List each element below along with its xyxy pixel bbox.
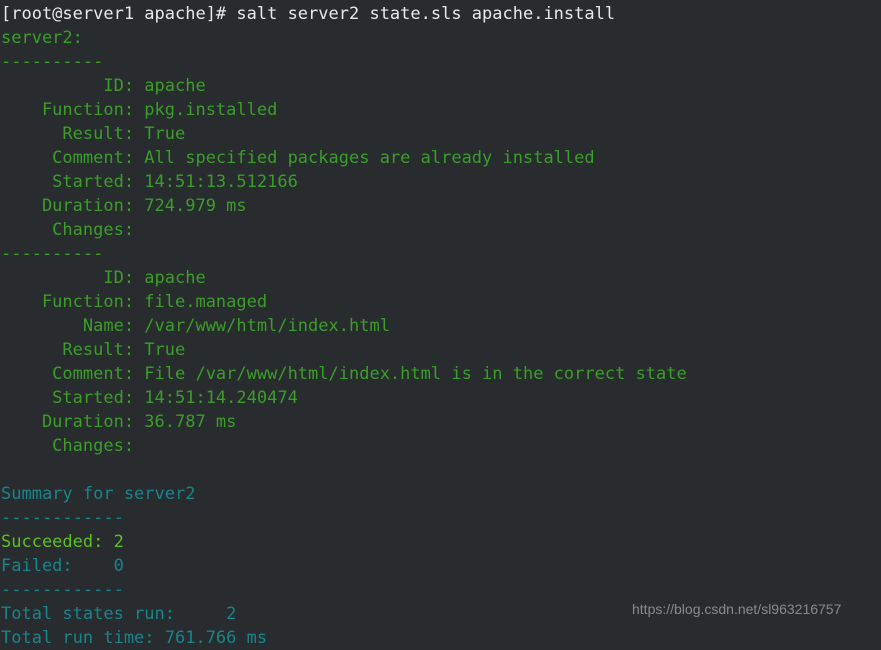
terminal-line: Function: file.managed: [1, 292, 268, 312]
terminal-line: Duration: 36.787 ms: [1, 412, 237, 432]
terminal-line: Comment: File /var/www/html/index.html i…: [1, 364, 687, 384]
terminal-line: server2:: [1, 28, 83, 48]
terminal-line: ID: apache: [1, 268, 206, 288]
terminal-line: Result: True: [1, 124, 186, 144]
terminal-line: Changes:: [1, 436, 135, 456]
terminal-line: Succeeded: 2: [1, 532, 124, 552]
terminal-line: Function: pkg.installed: [1, 100, 278, 120]
terminal-line: ----------: [1, 52, 104, 72]
terminal-line: Total states run: 2: [1, 604, 237, 624]
terminal-line: Failed: 0: [1, 556, 124, 576]
terminal-line: Started: 14:51:14.240474: [1, 388, 298, 408]
terminal-line: [root@server1 apache]# salt server2 stat…: [1, 4, 616, 24]
terminal-line: ------------: [1, 508, 124, 528]
terminal-line: Changes:: [1, 220, 135, 240]
terminal-line: ----------: [1, 244, 104, 264]
terminal-line: Summary for server2: [1, 484, 196, 504]
terminal-line: Name: /var/www/html/index.html: [1, 316, 390, 336]
terminal-window[interactable]: [root@server1 apache]# salt server2 stat…: [0, 0, 881, 648]
terminal-line: Comment: All specified packages are alre…: [1, 148, 595, 168]
terminal-line: Duration: 724.979 ms: [1, 196, 247, 216]
terminal-output: [root@server1 apache]# salt server2 stat…: [1, 2, 881, 650]
terminal-line: Total run time: 761.766 ms: [1, 628, 268, 648]
terminal-line: ------------: [1, 580, 124, 600]
terminal-line: ID: apache: [1, 76, 206, 96]
terminal-line: Result: True: [1, 340, 186, 360]
terminal-line: Started: 14:51:13.512166: [1, 172, 298, 192]
